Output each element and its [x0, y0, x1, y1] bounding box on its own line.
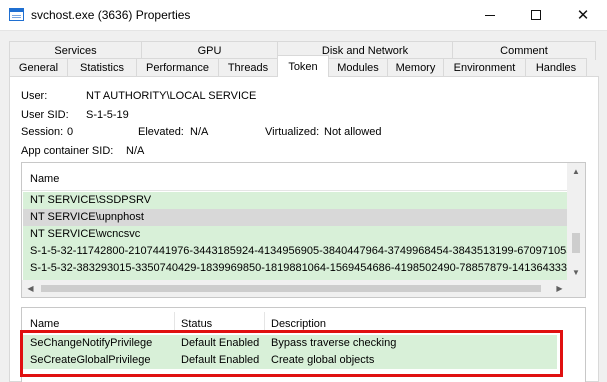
- column-divider[interactable]: [264, 312, 265, 332]
- tab-handles[interactable]: Handles: [525, 58, 587, 77]
- group-row[interactable]: NT SERVICE\wcncsvc: [23, 226, 568, 243]
- minimize-icon: [485, 14, 495, 16]
- privileges-list[interactable]: Name Status Description SeChangeNotifyPr…: [21, 307, 586, 382]
- virtualized-label: Virtualized:: [265, 126, 320, 138]
- session-label: Session:: [21, 126, 64, 138]
- tab-threads[interactable]: Threads: [218, 58, 278, 77]
- group-row[interactable]: S-1-5-32-11742800-2107441976-3443185924-…: [23, 243, 568, 260]
- group-row[interactable]: NT SERVICE\SSDPSRV: [23, 192, 568, 209]
- virtualized-value: Not allowed: [324, 126, 382, 138]
- column-divider[interactable]: [174, 312, 175, 332]
- group-row[interactable]: NT SERVICE\upnphost: [23, 209, 568, 226]
- horizontal-scroll-thumb[interactable]: [41, 285, 541, 292]
- maximize-button[interactable]: [513, 0, 559, 30]
- groups-column-name[interactable]: Name: [30, 173, 59, 185]
- tab-token[interactable]: Token: [277, 55, 329, 77]
- minimize-button[interactable]: [467, 0, 513, 30]
- privileges-column-name[interactable]: Name: [30, 318, 59, 330]
- window-app-icon: [9, 8, 24, 21]
- privilege-row[interactable]: SeChangeNotifyPrivilege Default Enabled By…: [23, 335, 557, 352]
- groups-list[interactable]: Name NT SERVICE\SSDPSRV NT SERVICE\upnpho…: [21, 162, 586, 298]
- privilege-status: Default Enabled: [181, 354, 260, 366]
- maximize-icon: [531, 10, 541, 20]
- privilege-row[interactable]: SeCreateGlobalPrivilege Default Enabled Cr…: [23, 352, 557, 369]
- privileges-header: Name Status Description: [22, 308, 585, 333]
- user-sid-label: User SID:: [21, 109, 69, 121]
- tab-general[interactable]: General: [9, 58, 68, 77]
- window-title: svchost.exe (3636) Properties: [31, 8, 191, 22]
- privilege-name: SeCreateGlobalPrivilege: [30, 354, 151, 366]
- app-container-sid-value: N/A: [126, 145, 145, 157]
- groups-vertical-scrollbar[interactable]: ▲ ▼: [567, 163, 585, 281]
- tab-environment[interactable]: Environment: [443, 58, 526, 77]
- elevated-value: N/A: [190, 126, 209, 138]
- app-container-sid-label: App container SID:: [21, 145, 114, 157]
- groups-horizontal-scrollbar[interactable]: ◀ ▶: [22, 280, 568, 297]
- tab-memory[interactable]: Memory: [387, 58, 444, 77]
- user-label: User:: [21, 90, 48, 102]
- scroll-right-icon[interactable]: ▶: [551, 280, 568, 297]
- privilege-status: Default Enabled: [181, 337, 260, 349]
- tab-performance[interactable]: Performance: [136, 58, 219, 77]
- user-value: NT AUTHORITY\LOCAL SERVICE: [86, 90, 257, 102]
- user-sid-value: S-1-5-19: [86, 109, 129, 121]
- privilege-name: SeChangeNotifyPrivilege: [30, 337, 153, 349]
- scroll-up-icon[interactable]: ▲: [567, 163, 585, 180]
- group-row[interactable]: S-1-5-32-383293015-3350740429-1839969850…: [23, 260, 568, 277]
- elevated-label: Elevated:: [138, 126, 184, 138]
- privilege-description: Bypass traverse checking: [271, 337, 397, 349]
- tab-row-bottom: General Statistics Performance Threads Token…: [9, 55, 587, 77]
- tab-statistics[interactable]: Statistics: [67, 58, 137, 77]
- close-icon: ✕: [576, 6, 590, 24]
- scroll-down-icon[interactable]: ▼: [567, 264, 585, 281]
- privilege-description: Create global objects: [271, 354, 375, 366]
- close-button[interactable]: ✕: [560, 0, 606, 30]
- scrollbar-corner: [567, 280, 585, 297]
- session-value: 0: [67, 126, 74, 138]
- title-bar: svchost.exe (3636) Properties ✕: [0, 0, 607, 31]
- vertical-scroll-thumb[interactable]: [572, 233, 580, 253]
- groups-header: Name: [22, 163, 568, 191]
- scroll-left-icon[interactable]: ◀: [22, 280, 39, 297]
- privileges-column-status[interactable]: Status: [181, 318, 212, 330]
- tab-modules[interactable]: Modules: [328, 58, 388, 77]
- privileges-column-description[interactable]: Description: [271, 318, 326, 330]
